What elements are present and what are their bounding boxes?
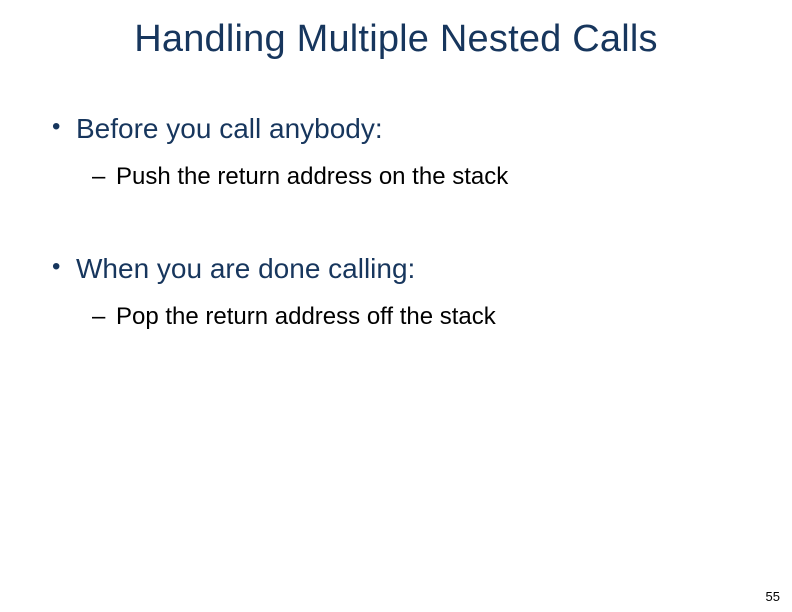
bullet-item: Before you call anybody: [48, 111, 752, 147]
page-number: 55 [766, 589, 780, 604]
bullet-subitem: Pop the return address off the stack [48, 301, 752, 332]
bullet-item: When you are done calling: [48, 251, 752, 287]
slide-title: Handling Multiple Nested Calls [40, 18, 752, 61]
slide-content: Before you call anybody: Push the return… [40, 111, 752, 332]
bullet-subitem: Push the return address on the stack [48, 161, 752, 192]
slide-container: Handling Multiple Nested Calls Before yo… [0, 0, 792, 612]
